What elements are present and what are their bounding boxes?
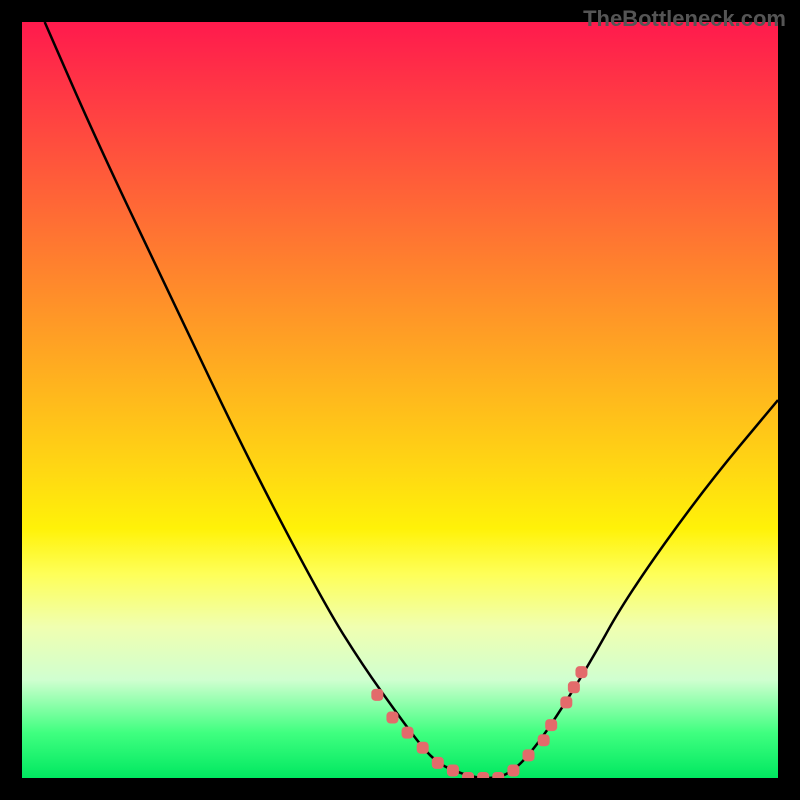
highlight-dot	[386, 712, 398, 724]
highlight-dot	[507, 764, 519, 776]
highlight-dot	[447, 764, 459, 776]
highlight-dot	[523, 749, 535, 761]
watermark-text: TheBottleneck.com	[583, 6, 786, 32]
highlight-dot	[568, 681, 580, 693]
highlight-dot	[432, 757, 444, 769]
highlight-dot	[477, 772, 489, 778]
highlight-dot	[545, 719, 557, 731]
highlight-dot	[492, 772, 504, 778]
bottleneck-chart	[22, 22, 778, 778]
highlight-dot	[538, 734, 550, 746]
highlight-dot	[417, 742, 429, 754]
highlight-dot	[575, 666, 587, 678]
highlight-dot	[402, 727, 414, 739]
highlight-dot	[371, 689, 383, 701]
highlight-dot	[462, 772, 474, 778]
bottleneck-curve-line	[45, 22, 778, 778]
highlight-dot	[560, 696, 572, 708]
